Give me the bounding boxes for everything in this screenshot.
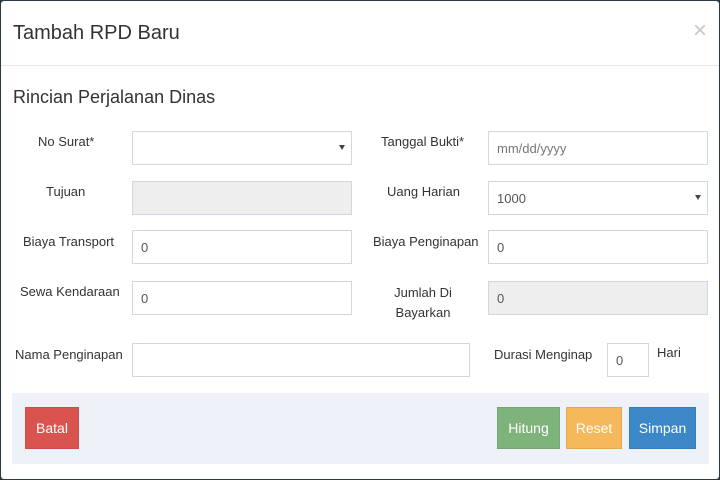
tanggal-bukti-input[interactable]: mm/dd/yyyy xyxy=(488,131,708,165)
durasi-unit-label: Hari xyxy=(657,345,681,360)
sewa-kendaraan-value: 0 xyxy=(141,290,149,306)
jumlah-dibayarkan-value: 0 xyxy=(497,290,505,306)
modal-title: Tambah RPD Baru xyxy=(13,22,180,44)
jumlah-dibayarkan-input: 0 xyxy=(488,281,708,315)
simpan-button[interactable]: Simpan xyxy=(629,407,696,449)
durasi-menginap-input[interactable]: 0 xyxy=(607,343,649,377)
biaya-transport-value: 0 xyxy=(141,239,149,255)
durasi-menginap-value: 0 xyxy=(616,352,624,368)
biaya-penginapan-label: Biaya Penginapan xyxy=(373,234,479,249)
no-surat-label: No Surat* xyxy=(38,134,95,149)
no-surat-select[interactable] xyxy=(132,131,352,165)
uang-harian-value: 1000 xyxy=(497,190,526,206)
chevron-down-icon xyxy=(695,195,701,200)
uang-harian-label: Uang Harian xyxy=(387,184,460,199)
durasi-menginap-label: Durasi Menginap xyxy=(494,347,593,362)
reset-button[interactable]: Reset xyxy=(566,407,622,449)
biaya-transport-label: Biaya Transport xyxy=(23,234,115,249)
jumlah-dibayarkan-label: Jumlah Di Bayarkan xyxy=(381,283,465,323)
tujuan-input xyxy=(132,181,352,215)
batal-button[interactable]: Batal xyxy=(25,407,79,449)
section-title: Rincian Perjalanan Dinas xyxy=(13,87,216,107)
tanggal-bukti-placeholder: mm/dd/yyyy xyxy=(497,140,567,156)
sewa-kendaraan-input[interactable]: 0 xyxy=(132,281,352,315)
tanggal-bukti-label: Tanggal Bukti* xyxy=(381,134,465,149)
chevron-down-icon xyxy=(339,145,345,150)
modal-dialog: Tambah RPD Baru × Rincian Perjalanan Din… xyxy=(1,1,719,479)
jumlah-dibayarkan-label-line2: Bayarkan xyxy=(395,305,451,320)
nama-penginapan-label: Nama Penginapan xyxy=(15,347,123,362)
jumlah-dibayarkan-label-line1: Jumlah Di xyxy=(394,285,452,300)
uang-harian-select[interactable]: 1000 xyxy=(488,181,708,215)
hitung-button[interactable]: Hitung xyxy=(497,407,560,449)
biaya-penginapan-value: 0 xyxy=(497,239,505,255)
sewa-kendaraan-label: Sewa Kendaraan xyxy=(20,284,120,299)
biaya-transport-input[interactable]: 0 xyxy=(132,230,352,264)
biaya-penginapan-input[interactable]: 0 xyxy=(488,230,708,264)
nama-penginapan-input[interactable] xyxy=(132,343,470,377)
close-icon[interactable]: × xyxy=(693,19,707,43)
modal-header: Tambah RPD Baru × xyxy=(1,1,719,66)
tujuan-label: Tujuan xyxy=(46,184,86,199)
modal-footer: Batal Hitung Reset Simpan xyxy=(12,393,709,464)
